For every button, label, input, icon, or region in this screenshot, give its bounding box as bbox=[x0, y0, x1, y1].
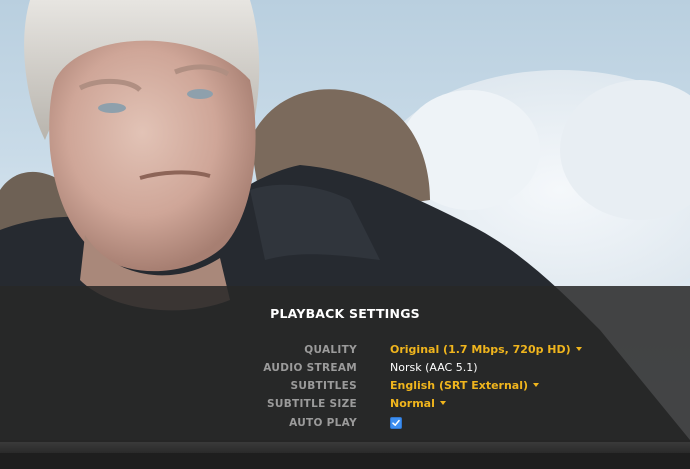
quality-value: Original (1.7 Mbps, 720p HD) bbox=[390, 343, 571, 356]
audio-stream-value: Norsk (AAC 5.1) bbox=[390, 361, 478, 374]
caret-down-icon bbox=[575, 347, 582, 351]
checkmark-icon bbox=[392, 419, 400, 426]
subtitles-dropdown[interactable]: English (SRT External) bbox=[390, 377, 540, 395]
subtitle-size-value: Normal bbox=[390, 397, 435, 410]
caret-down-icon bbox=[439, 401, 446, 405]
auto-play-checkbox[interactable] bbox=[390, 417, 402, 429]
playback-settings-panel: PLAYBACK SETTINGS QUALITY Original (1.7 … bbox=[0, 286, 690, 442]
quality-label: QUALITY bbox=[304, 344, 357, 356]
quality-dropdown[interactable]: Original (1.7 Mbps, 720p HD) bbox=[390, 341, 582, 359]
subtitles-value: English (SRT External) bbox=[390, 379, 529, 392]
auto-play-label: AUTO PLAY bbox=[289, 417, 357, 429]
panel-title: PLAYBACK SETTINGS bbox=[270, 306, 420, 321]
subtitles-label: SUBTITLES bbox=[290, 380, 357, 392]
auto-play-row: AUTO PLAY bbox=[0, 414, 690, 432]
subtitle-size-dropdown[interactable]: Normal bbox=[390, 395, 446, 413]
player-bottom-bar bbox=[0, 453, 690, 469]
subtitle-size-label: SUBTITLE SIZE bbox=[267, 398, 357, 410]
caret-down-icon bbox=[533, 383, 540, 387]
quality-row: QUALITY Original (1.7 Mbps, 720p HD) bbox=[0, 341, 690, 359]
audio-stream-row: AUDIO STREAM Norsk (AAC 5.1) bbox=[0, 359, 690, 377]
player-divider bbox=[0, 442, 690, 453]
audio-stream-label: AUDIO STREAM bbox=[263, 362, 357, 374]
subtitle-size-row: SUBTITLE SIZE Normal bbox=[0, 395, 690, 413]
subtitles-row: SUBTITLES English (SRT External) bbox=[0, 377, 690, 395]
